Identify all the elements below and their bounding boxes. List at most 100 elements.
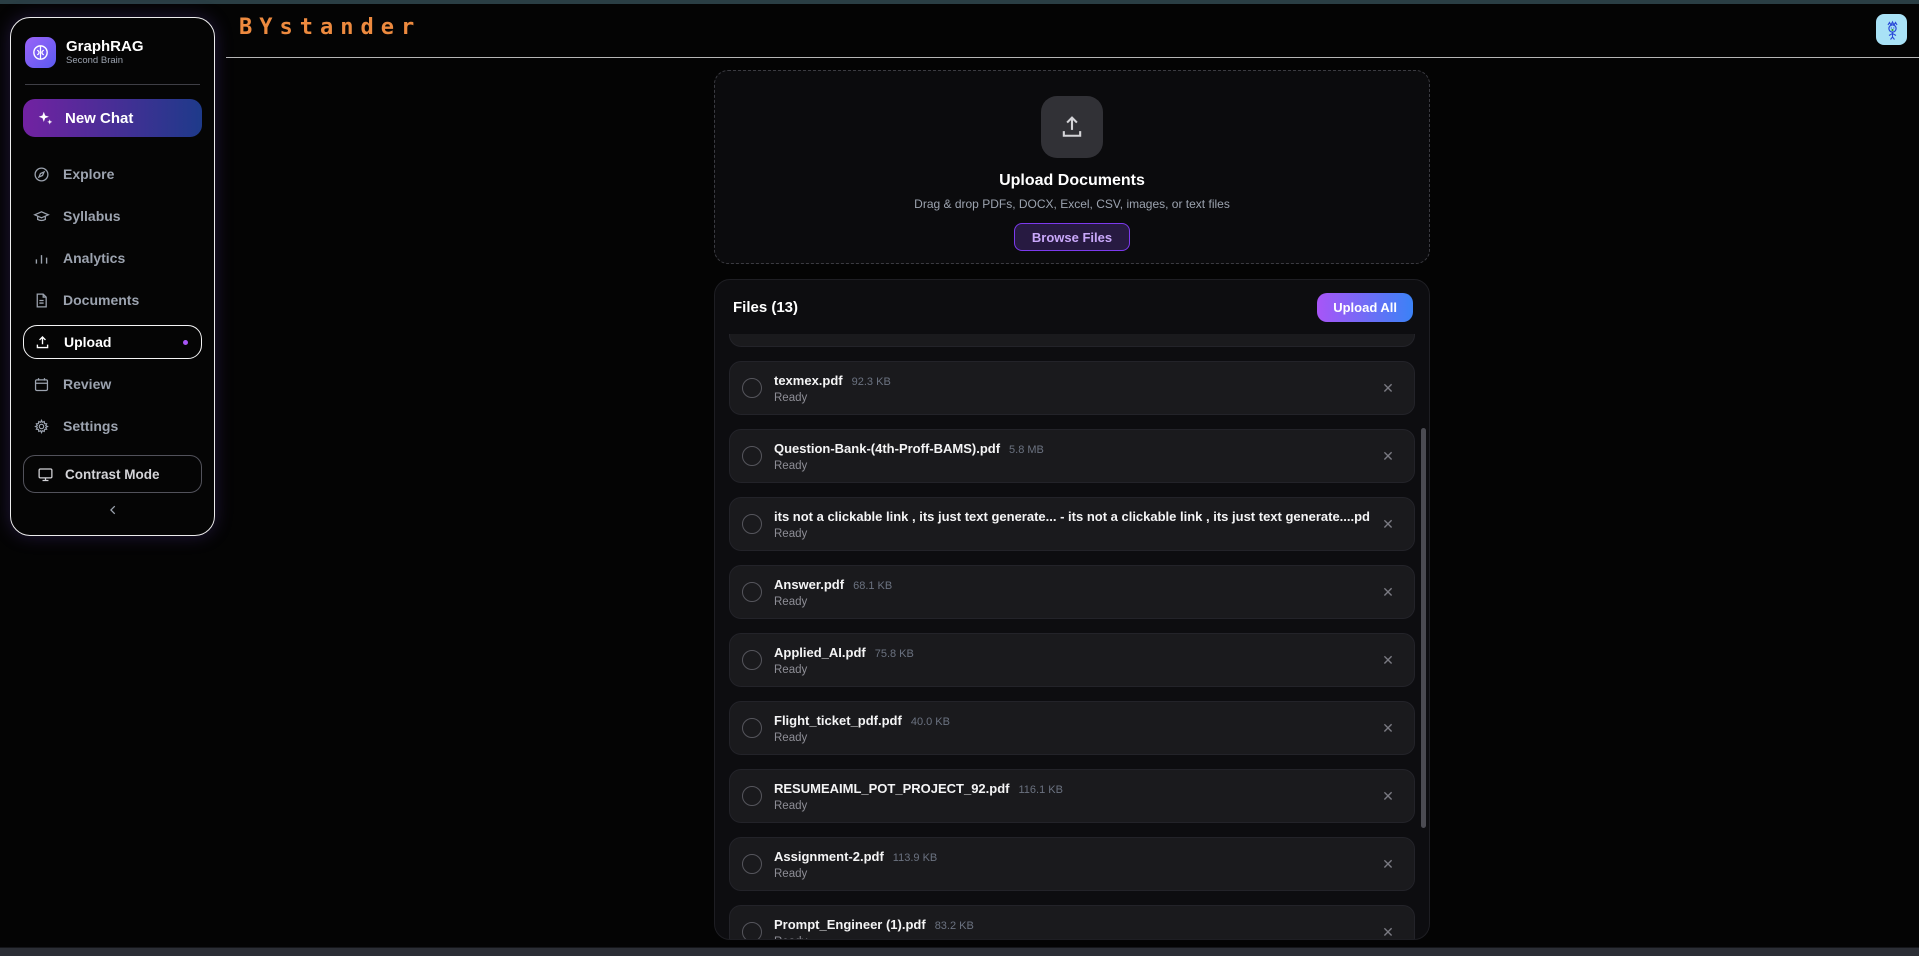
sidebar-item-syllabus[interactable]: Syllabus bbox=[23, 199, 202, 233]
file-name: Flight_ticket_pdf.pdf bbox=[774, 712, 902, 728]
contrast-mode-label: Contrast Mode bbox=[65, 466, 160, 482]
header-bar: BYstander bbox=[226, 4, 1919, 58]
file-size: 75.8 KB bbox=[874, 647, 914, 660]
brain-logo-icon bbox=[25, 36, 56, 68]
file-row: texmex.pdf 92.3 KB Ready ✕ bbox=[729, 361, 1415, 415]
app-subtitle: Second Brain bbox=[66, 55, 124, 66]
file-row: Question-Bank-(4th-Proff-BAMS).pdf 5.8 M… bbox=[729, 429, 1415, 483]
file-status: Ready bbox=[774, 595, 808, 608]
file-select-radio[interactable] bbox=[742, 922, 762, 939]
file-name: Assignment-2.pdf bbox=[774, 848, 884, 864]
file-name: Prompt_Engineer (1).pdf bbox=[774, 916, 926, 932]
file-select-radio[interactable] bbox=[742, 378, 762, 398]
sidebar-item-explore[interactable]: Explore bbox=[23, 157, 202, 191]
gear-icon bbox=[34, 418, 49, 434]
upload-card-subtitle: Drag & drop PDFs, DOCX, Excel, CSV, imag… bbox=[914, 197, 1230, 211]
upload-card-title: Upload Documents bbox=[999, 172, 1145, 189]
compass-icon bbox=[34, 166, 49, 182]
sidebar-item-label: Review bbox=[63, 376, 112, 392]
file-row: its not a clickable link , its just text… bbox=[729, 497, 1415, 551]
file-size: 68.1 KB bbox=[853, 579, 893, 592]
grad-cap-icon bbox=[33, 210, 50, 221]
sidebar-item-upload[interactable]: Upload bbox=[23, 325, 202, 359]
remove-file-icon[interactable]: ✕ bbox=[1378, 582, 1398, 602]
document-icon bbox=[36, 292, 47, 308]
new-chat-button[interactable]: New Chat bbox=[23, 99, 202, 137]
remove-file-icon[interactable]: ✕ bbox=[1378, 446, 1398, 466]
sparkles-icon bbox=[38, 111, 53, 124]
file-size: 5.8 MB bbox=[1009, 443, 1044, 456]
file-status: Ready bbox=[774, 527, 808, 540]
file-name: texmex.pdf bbox=[774, 372, 843, 388]
sidebar-item-label: Documents bbox=[63, 292, 140, 308]
sidebar-item-review[interactable]: Review bbox=[23, 367, 202, 401]
files-panel-header: Files (13) Upload All bbox=[715, 280, 1429, 334]
file-row: Prompt_Engineer (1).pdf 83.2 KB Ready ✕ bbox=[729, 905, 1415, 940]
upload-glyph-box bbox=[1041, 96, 1103, 158]
remove-file-icon[interactable]: ✕ bbox=[1378, 650, 1398, 670]
files-count-title: Files (13) bbox=[733, 298, 799, 316]
new-chat-label: New Chat bbox=[65, 109, 134, 127]
file-size: 116.1 KB bbox=[1018, 783, 1063, 796]
file-select-radio[interactable] bbox=[742, 786, 762, 806]
remove-file-icon[interactable]: ✕ bbox=[1378, 922, 1398, 940]
files-list[interactable]: texmex.pdf 92.3 KB Ready ✕ Question-Bank… bbox=[715, 334, 1429, 940]
app-logo-block: GraphRAG Second Brain bbox=[23, 30, 202, 74]
sidebar-item-label: Explore bbox=[63, 166, 115, 182]
sidebar-item-analytics[interactable]: Analytics bbox=[23, 241, 202, 275]
file-name: Applied_AI.pdf bbox=[774, 644, 866, 660]
contrast-mode-button[interactable]: Contrast Mode bbox=[23, 455, 202, 493]
file-status: Ready bbox=[774, 391, 808, 404]
file-size: 92.3 KB bbox=[851, 375, 891, 388]
remove-file-icon[interactable]: ✕ bbox=[1378, 854, 1398, 874]
file-size: 83.2 KB bbox=[934, 919, 974, 932]
file-row: Assignment-2.pdf 113.9 KB Ready ✕ bbox=[729, 837, 1415, 891]
remove-file-icon[interactable]: ✕ bbox=[1378, 378, 1398, 398]
monitor-icon bbox=[38, 467, 53, 481]
upload-pending-dot bbox=[183, 340, 188, 345]
bottom-scrollbar-track[interactable] bbox=[0, 947, 1919, 956]
file-row: Applied_AI.pdf 75.8 KB Ready ✕ bbox=[729, 633, 1415, 687]
upload-all-button[interactable]: Upload All bbox=[1317, 292, 1413, 322]
browse-files-button[interactable]: Browse Files bbox=[1013, 223, 1131, 251]
file-size: 113.9 KB bbox=[892, 851, 938, 864]
sidebar: GraphRAG Second Brain New Chat Explore S… bbox=[10, 17, 215, 536]
remove-file-icon[interactable]: ✕ bbox=[1378, 718, 1398, 738]
file-select-radio[interactable] bbox=[742, 650, 762, 670]
file-select-radio[interactable] bbox=[742, 582, 762, 602]
sidebar-item-settings[interactable]: Settings bbox=[23, 409, 202, 443]
file-select-radio[interactable] bbox=[742, 446, 762, 466]
file-status: Ready bbox=[774, 731, 808, 744]
file-name: Answer.pdf bbox=[774, 576, 845, 592]
avatar-doodle-icon bbox=[1886, 20, 1898, 40]
file-name: RESUMEAIML_POT_PROJECT_92.pdf bbox=[774, 780, 1010, 796]
file-select-radio[interactable] bbox=[742, 854, 762, 874]
sidebar-item-documents[interactable]: Documents bbox=[23, 283, 202, 317]
sidebar-collapse-button[interactable] bbox=[23, 495, 202, 525]
bar-chart-icon bbox=[35, 254, 48, 264]
app-name: GraphRAG bbox=[66, 38, 144, 55]
file-status: Ready bbox=[774, 663, 808, 676]
chevron-left-icon bbox=[109, 505, 115, 515]
file-status: Ready bbox=[774, 459, 808, 472]
user-avatar[interactable] bbox=[1876, 14, 1907, 45]
file-row: Answer.pdf 68.1 KB Ready ✕ bbox=[729, 565, 1415, 619]
file-select-radio[interactable] bbox=[742, 514, 762, 534]
sidebar-item-label: Settings bbox=[63, 418, 119, 434]
file-status: Ready bbox=[774, 799, 808, 812]
file-select-radio[interactable] bbox=[742, 718, 762, 738]
remove-file-icon[interactable]: ✕ bbox=[1378, 786, 1398, 806]
page-title: BYstander bbox=[239, 15, 422, 40]
sidebar-item-label: Syllabus bbox=[63, 208, 121, 224]
upload-tray-icon bbox=[1062, 116, 1082, 137]
upload-icon bbox=[36, 335, 49, 348]
sidebar-divider bbox=[25, 84, 200, 85]
sidebar-item-label: Upload bbox=[64, 334, 112, 350]
file-status: Ready bbox=[774, 936, 974, 940]
files-scrollbar-thumb[interactable] bbox=[1421, 428, 1426, 828]
file-name: Question-Bank-(4th-Proff-BAMS).pdf bbox=[774, 440, 1001, 456]
calendar-icon bbox=[34, 377, 49, 391]
file-row-partial bbox=[729, 334, 1415, 347]
upload-dropzone[interactable]: Upload Documents Drag & drop PDFs, DOCX,… bbox=[714, 70, 1430, 264]
remove-file-icon[interactable]: ✕ bbox=[1378, 514, 1398, 534]
